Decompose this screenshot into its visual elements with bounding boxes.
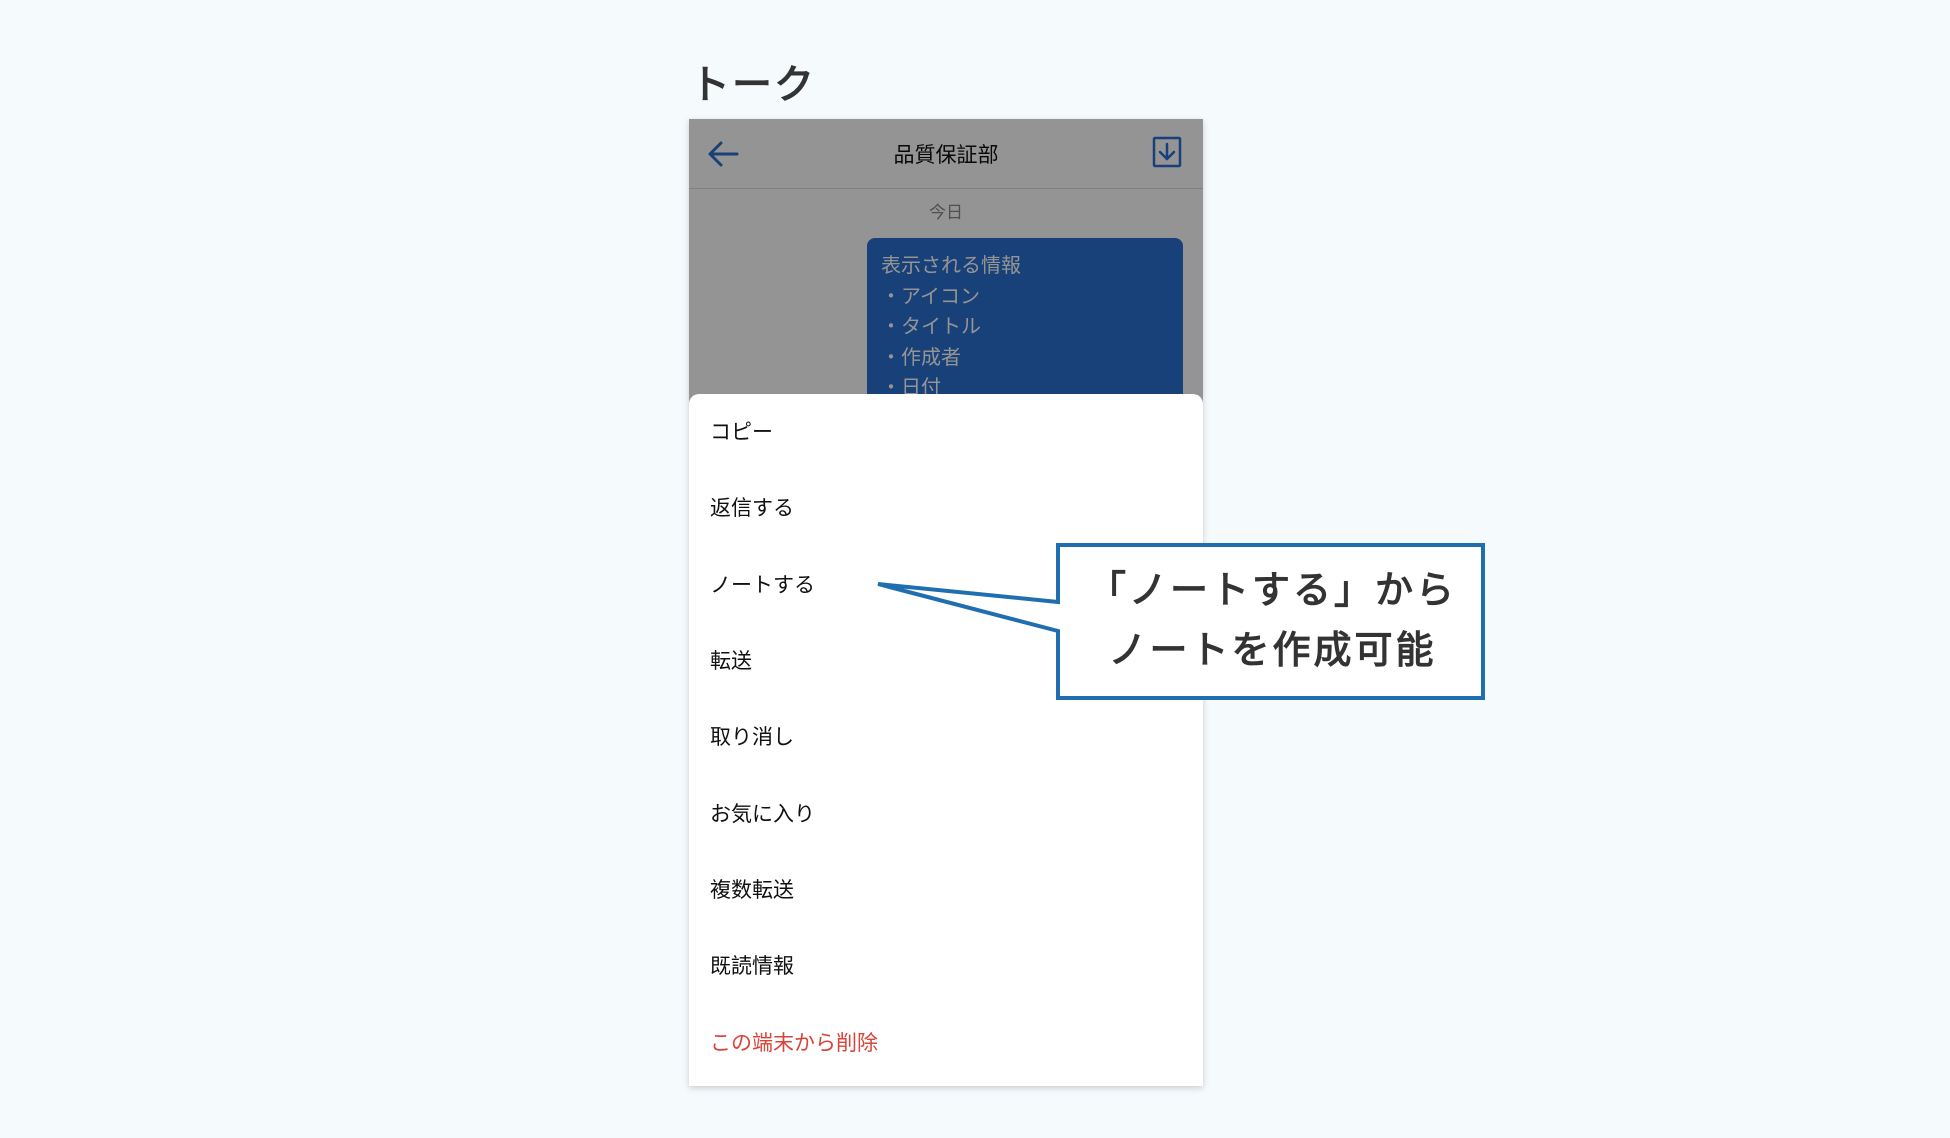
callout-text: 「ノートする」から ノートを作成可能 [1060,545,1485,695]
menu-item-copy[interactable]: コピー [710,412,1190,452]
menu-item-delete-local[interactable]: この端末から削除 [710,1023,1190,1063]
menu-item-favorite[interactable]: お気に入り [710,794,1190,834]
menu-item-multi-forward[interactable]: 複数転送 [710,870,1190,910]
callout-line-1: 「ノートする」から [1087,568,1457,612]
menu-item-unsend[interactable]: 取り消し [710,717,1190,757]
section-title: トーク [690,62,816,108]
callout-line-2: ノートを作成可能 [1108,628,1437,672]
message-action-sheet: コピー 返信する ノートする 転送 取り消し お気に入り 複数転送 既読情報 こ… [689,394,1203,1086]
menu-item-reply[interactable]: 返信する [710,488,1190,528]
menu-item-read-info[interactable]: 既読情報 [710,946,1190,986]
